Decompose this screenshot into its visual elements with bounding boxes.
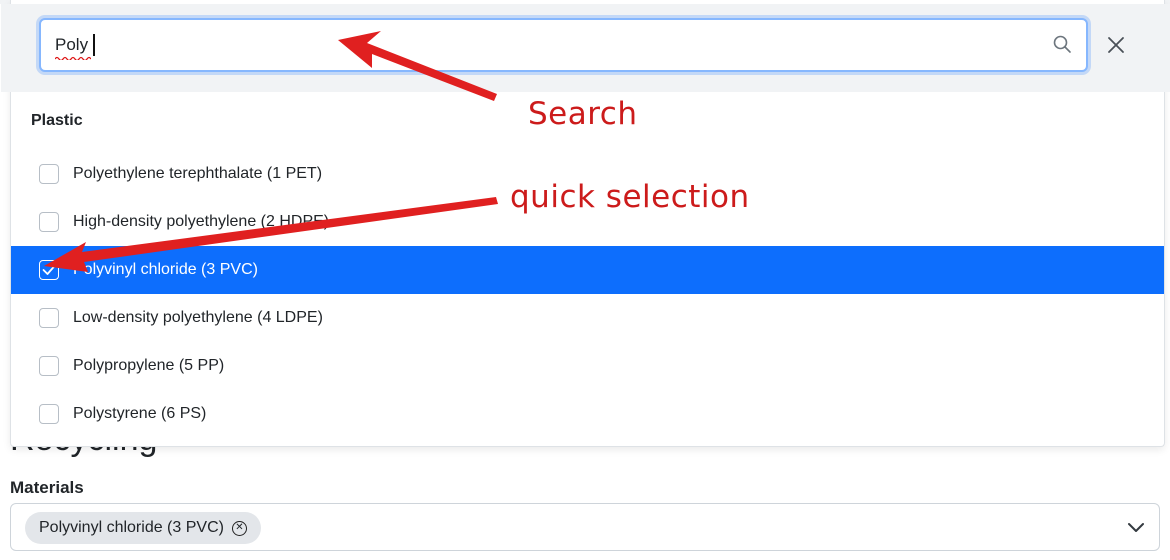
checkbox[interactable]	[39, 308, 59, 328]
materials-select[interactable]: Polyvinyl chloride (3 PVC) ✕	[10, 503, 1160, 551]
checkbox[interactable]	[39, 356, 59, 376]
search-box[interactable]	[39, 18, 1088, 72]
check-icon	[42, 265, 56, 275]
checkbox-checked[interactable]	[39, 260, 59, 280]
materials-label: Materials	[10, 478, 84, 497]
checkbox[interactable]	[39, 404, 59, 424]
option-label: Polystyrene (6 PS)	[73, 405, 207, 422]
close-icon[interactable]	[1105, 34, 1127, 56]
spellcheck-underline	[55, 56, 91, 60]
option-item-selected[interactable]: Polyvinyl chloride (3 PVC)	[11, 246, 1164, 294]
group-label-plastic: Plastic	[31, 112, 83, 129]
search-icon[interactable]	[1052, 34, 1072, 54]
option-label: High-density polyethylene (2 HDPE)	[73, 213, 330, 230]
option-label: Polyvinyl chloride (3 PVC)	[73, 261, 258, 278]
option-item[interactable]: Low-density polyethylene (4 LDPE)	[11, 294, 1164, 342]
text-caret	[93, 34, 95, 56]
chevron-down-icon[interactable]	[1127, 520, 1145, 534]
option-label: Low-density polyethylene (4 LDPE)	[73, 309, 323, 326]
option-item[interactable]: Polypropylene (5 PP)	[11, 342, 1164, 390]
option-item[interactable]: Polystyrene (6 PS)	[11, 390, 1164, 438]
selected-chip-label: Polyvinyl chloride (3 PVC)	[39, 519, 224, 536]
option-label: Polyethylene terephthalate (1 PET)	[73, 165, 323, 182]
checkbox[interactable]	[39, 212, 59, 232]
checkbox[interactable]	[39, 164, 59, 184]
remove-circle-icon[interactable]: ✕	[231, 520, 247, 536]
option-label: Polypropylene (5 PP)	[73, 357, 225, 374]
selected-chip[interactable]: Polyvinyl chloride (3 PVC) ✕	[25, 512, 261, 544]
annotation-quick-selection: quick selection	[510, 179, 750, 215]
search-input[interactable]	[55, 30, 1015, 60]
materials-dropdown: Plastic Polyethylene terephthalate (1 PE…	[1, 0, 1170, 447]
annotation-search: Search	[528, 96, 638, 132]
search-area	[1, 4, 1170, 92]
